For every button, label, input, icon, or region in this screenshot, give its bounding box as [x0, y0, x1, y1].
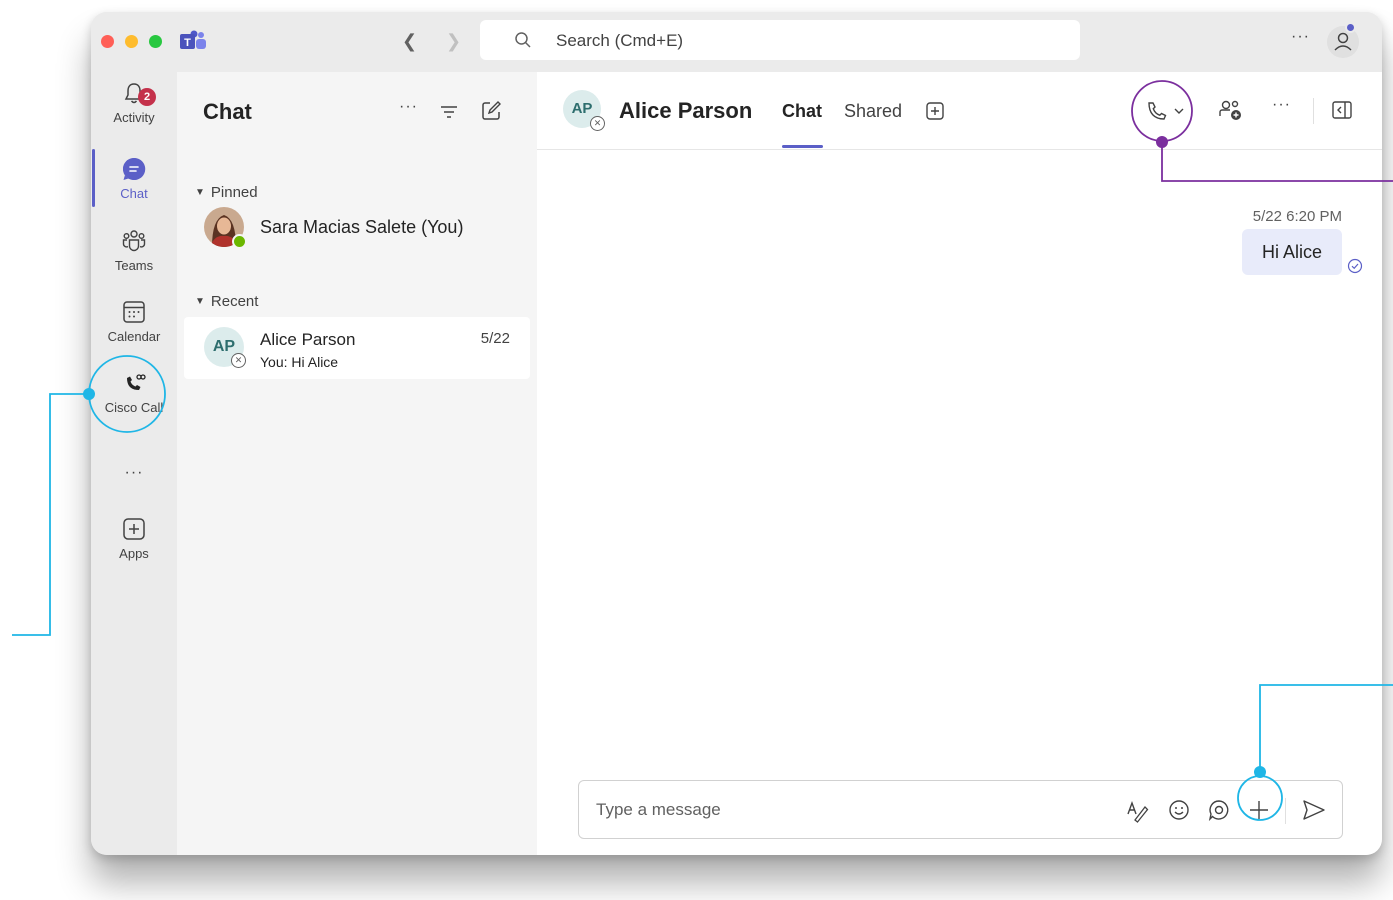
filter-icon[interactable]	[439, 102, 459, 122]
recent-section-header[interactable]: ▼ Recent	[195, 293, 258, 310]
zoom-window-button[interactable]	[149, 35, 162, 48]
list-title: Chat	[203, 99, 252, 124]
chat-main: AP ✕ Alice Parson Chat Shared ··· 5/22 6…	[537, 72, 1382, 855]
offline-status-icon: ✕	[231, 353, 246, 368]
calendar-icon	[123, 301, 145, 323]
call-phone-icon[interactable]	[1143, 98, 1189, 124]
pinned-chat-name: Sara Macias Salete (You)	[260, 217, 464, 237]
rail-label-chat: Chat	[120, 186, 148, 201]
list-more-button[interactable]: ···	[399, 98, 418, 116]
profile-button[interactable]	[1326, 22, 1360, 58]
chat-header: AP ✕ Alice Parson Chat Shared ···	[537, 72, 1382, 150]
available-status-icon	[232, 234, 247, 249]
rail-label-calendar: Calendar	[107, 329, 161, 344]
emoji-icon[interactable]	[1167, 798, 1191, 822]
active-tab-underline	[782, 145, 823, 148]
close-window-button[interactable]	[101, 35, 114, 48]
compose-placeholder: Type a message	[596, 800, 721, 819]
pinned-header-label: Pinned	[210, 184, 258, 201]
tab-shared[interactable]: Shared	[844, 101, 902, 122]
message-timestamp: 5/22 6:20 PM	[1252, 208, 1342, 225]
search-icon	[515, 32, 531, 48]
recent-chat-item[interactable]: AP ✕ Alice Parson You: Hi Alice 5/22	[184, 317, 530, 379]
recent-chat-date: 5/22	[480, 330, 510, 347]
chat-bubble-icon	[123, 157, 146, 180]
title-bar: T ❮ ❯ Search (Cmd+E) ···	[91, 12, 1382, 72]
rail-label-teams: Teams	[114, 258, 154, 273]
chat-contact-name: Alice Parson	[619, 98, 753, 123]
side-panel-icon[interactable]	[1331, 100, 1353, 120]
format-icon[interactable]	[1125, 798, 1151, 824]
recent-chat-preview: You: Hi Alice	[260, 354, 339, 370]
settings-more-button[interactable]: ···	[1291, 28, 1310, 46]
teams-logo-icon: T	[180, 30, 206, 49]
more-apps-icon: ···	[124, 464, 144, 481]
plus-actions-icon[interactable]	[1247, 798, 1271, 822]
rail-more-apps-button[interactable]: ···	[91, 464, 177, 482]
minimize-window-button[interactable]	[125, 35, 138, 48]
compose-box[interactable]: Type a message	[578, 780, 1343, 839]
add-people-icon[interactable]	[1217, 98, 1245, 124]
rail-item-teams[interactable]: Teams	[91, 228, 177, 273]
chat-list-panel: Chat ··· ▼ Pinned Sara Macias Salete (Yo…	[177, 72, 537, 855]
svg-text:T: T	[184, 37, 191, 49]
rail-label-apps: Apps	[119, 546, 149, 561]
chat-more-button[interactable]: ···	[1272, 96, 1291, 114]
pinned-section-header[interactable]: ▼ Pinned	[195, 184, 258, 201]
compose-divider	[1285, 798, 1286, 824]
header-divider	[1313, 98, 1314, 124]
tab-chat[interactable]: Chat	[782, 101, 822, 122]
cisco-call-icon	[127, 374, 146, 390]
new-chat-icon[interactable]	[480, 100, 502, 122]
add-tab-icon[interactable]	[925, 101, 945, 121]
forward-arrow-icon[interactable]: ❯	[446, 30, 461, 52]
rail-item-activity[interactable]: 2 Activity	[91, 80, 177, 125]
add-apps-icon	[123, 518, 145, 540]
offline-status-icon: ✕	[590, 116, 605, 131]
rail-item-chat[interactable]: Chat	[91, 156, 177, 201]
recent-chat-name: Alice Parson	[260, 330, 356, 349]
message-bubble[interactable]: Hi Alice	[1241, 229, 1342, 275]
pinned-chat-item[interactable]: Sara Macias Salete (You)	[184, 205, 530, 261]
notification-dot	[1345, 22, 1356, 33]
caret-down-icon: ▼	[195, 187, 205, 198]
teams-window: T ❮ ❯ Search (Cmd+E) ··· 2 Activity Chat…	[91, 12, 1382, 855]
activity-badge: 2	[138, 88, 156, 106]
send-icon[interactable]	[1301, 798, 1327, 822]
rail-item-calendar[interactable]: Calendar	[91, 299, 177, 344]
rail-label-cisco-call: Cisco Call	[104, 400, 164, 415]
search-placeholder: Search (Cmd+E)	[556, 31, 684, 50]
teams-people-icon	[122, 230, 146, 252]
rail-label-activity: Activity	[113, 110, 155, 125]
app-rail: 2 Activity Chat Teams Calendar Cisco Cal…	[91, 72, 177, 855]
page: T ❮ ❯ Search (Cmd+E) ··· 2 Activity Chat…	[0, 0, 1393, 900]
rail-item-cisco-call[interactable]: Cisco Call	[91, 370, 177, 415]
rail-item-apps[interactable]: Apps	[91, 516, 177, 561]
recent-header-label: Recent	[210, 293, 259, 310]
sent-check-icon	[1347, 258, 1363, 274]
caret-down-icon: ▼	[195, 296, 205, 307]
back-arrow-icon[interactable]: ❮	[402, 30, 417, 52]
loop-icon[interactable]	[1207, 798, 1231, 822]
search-box[interactable]: Search (Cmd+E)	[480, 20, 1080, 60]
